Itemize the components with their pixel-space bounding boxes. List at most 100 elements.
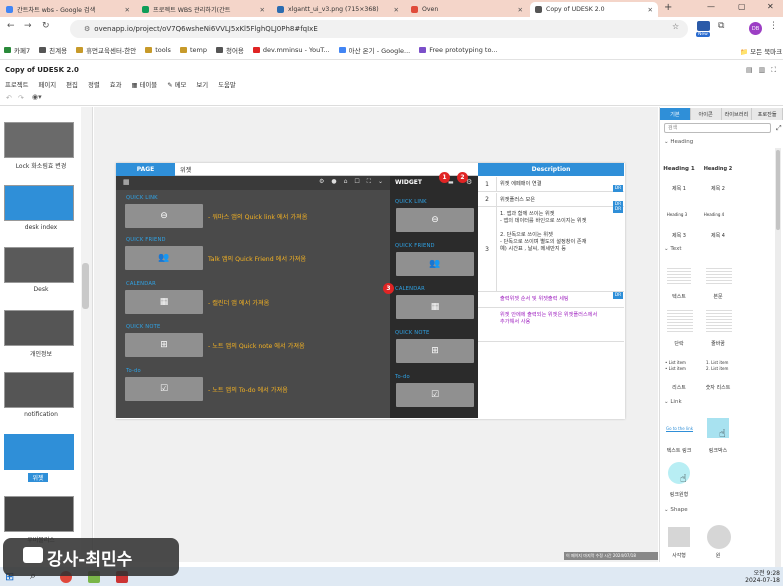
close-window-button[interactable]: ✕: [767, 2, 774, 11]
widget-preview-button[interactable]: ☑: [125, 377, 203, 401]
library-search-input[interactable]: 검색: [664, 123, 771, 133]
library-section-header[interactable]: ⌄ Shape: [664, 507, 688, 513]
tab-close-icon[interactable]: ✕: [256, 6, 265, 14]
reload-icon[interactable]: ↻: [42, 21, 50, 31]
browser-tab[interactable]: Oven ✕: [406, 2, 528, 17]
library-section-header[interactable]: ⌄ Text: [664, 246, 681, 252]
extension-icon[interactable]: [697, 21, 710, 31]
library-expand-icon[interactable]: ⤢: [776, 124, 782, 133]
browser-tab[interactable]: Copy of UDESK 2.0 ✕: [530, 2, 658, 17]
menu-item[interactable]: 보기: [196, 80, 208, 89]
widget-item-button[interactable]: ⊖: [396, 208, 474, 232]
library-tab[interactable]: 기본: [660, 108, 691, 120]
widget-preview-button[interactable]: ⊞: [125, 333, 203, 357]
page-thumbnail[interactable]: [4, 310, 74, 346]
browser-menu-icon[interactable]: ⋮: [769, 21, 778, 31]
list-preview[interactable]: • List item • List item: [665, 360, 686, 372]
bookmark-item[interactable]: 휴먼교육센터-한안: [76, 45, 136, 55]
library-item-label[interactable]: 원: [698, 552, 738, 559]
tab-close-icon[interactable]: ✕: [121, 6, 130, 14]
text-preview-block[interactable]: [706, 310, 732, 334]
puzzle-icon[interactable]: ⧉: [718, 21, 724, 31]
bookmark-star-icon[interactable]: ☆: [672, 22, 679, 31]
bookmark-item[interactable]: tools: [145, 46, 171, 54]
library-item-label[interactable]: 본문: [698, 293, 738, 300]
new-tab-button[interactable]: +: [664, 2, 672, 13]
library-item-label[interactable]: 단락: [659, 340, 699, 347]
library-item-label[interactable]: 리스트: [659, 384, 699, 391]
tab-close-icon[interactable]: ✕: [390, 6, 399, 14]
page-thumbnail[interactable]: [4, 434, 74, 470]
library-item-label[interactable]: 텍스트 링크: [659, 447, 699, 454]
library-item-label[interactable]: 줄바꿈: [698, 340, 738, 347]
menu-item[interactable]: 효과: [110, 80, 122, 89]
pages-scrollbar[interactable]: [82, 263, 89, 309]
widget-item-button[interactable]: ⊞: [396, 339, 474, 363]
library-item-label[interactable]: Heading 3: [657, 212, 697, 217]
menu-item[interactable]: 페이지: [39, 80, 57, 89]
menu-item[interactable]: ✎ 메모: [167, 80, 186, 89]
page-thumbnail[interactable]: [4, 185, 74, 221]
page-thumbnail[interactable]: [4, 122, 74, 158]
page-thumbnail[interactable]: [4, 247, 74, 283]
back-icon[interactable]: ←: [7, 21, 15, 31]
library-section-header[interactable]: ⌄ Heading: [664, 139, 693, 145]
all-bookmarks[interactable]: 📁 모든 북마크: [740, 46, 782, 56]
circle-shape-preview[interactable]: [707, 525, 731, 549]
library-item-label[interactable]: Heading 2: [698, 166, 738, 172]
menu-item[interactable]: 도움말: [218, 80, 236, 89]
browser-tab[interactable]: 프로젝트 WBS 관리하기(간트 ✕: [137, 2, 270, 17]
page-thumbnail[interactable]: [4, 496, 74, 532]
widget-preview-button[interactable]: 👥: [125, 246, 203, 270]
library-item-label[interactable]: 링크박스: [698, 447, 738, 454]
rectangle-shape-preview[interactable]: [668, 527, 690, 547]
library-item-label[interactable]: Heading 4: [694, 212, 734, 217]
menu-item[interactable]: 프로젝트: [5, 80, 29, 89]
text-preview-block[interactable]: [706, 268, 732, 286]
page-thumbnail[interactable]: [4, 372, 74, 408]
tab-close-icon[interactable]: ✕: [514, 6, 523, 14]
widget-item-button[interactable]: 👥: [396, 252, 474, 276]
minimize-button[interactable]: —: [707, 2, 715, 11]
numbered-list-preview[interactable]: 1. List item 2. List item: [706, 360, 728, 372]
row-dr-button[interactable]: DR: [613, 292, 623, 299]
widget-item-button[interactable]: ▦: [396, 295, 474, 319]
row-dr-button[interactable]: DR: [613, 206, 623, 213]
menu-item[interactable]: ▦ 테이블: [131, 80, 157, 89]
url-bar[interactable]: ⚙ ovenapp.io/project/oV7Q6wsheNi6VVLJ5xK…: [70, 20, 688, 38]
library-tab[interactable]: 아이콘: [690, 108, 722, 120]
zoom-icon[interactable]: ◉▾: [32, 93, 42, 101]
text-preview-block[interactable]: [667, 268, 691, 286]
bookmark-item[interactable]: 청어용: [215, 45, 244, 55]
view-toggle-icons[interactable]: ▤▥⛶: [746, 66, 782, 75]
library-item-label[interactable]: 제목 1: [659, 185, 699, 192]
maximize-button[interactable]: ▢: [738, 2, 746, 11]
site-info-icon[interactable]: ⚙: [84, 25, 90, 33]
redo-icon[interactable]: ↷: [18, 94, 24, 102]
browser-tab[interactable]: 간트차트 wbs - Google 검색 ✕: [1, 2, 135, 17]
tab-close-icon[interactable]: ✕: [644, 6, 653, 14]
library-item-label[interactable]: 숫자 리스트: [698, 384, 738, 391]
bookmark-item[interactable]: temp: [179, 46, 207, 54]
library-item-label[interactable]: 제목 4: [698, 232, 738, 239]
browser-tab[interactable]: xlgantt_ui_v3.png (715×368) ✕: [272, 2, 404, 17]
undo-icon[interactable]: ↶: [6, 94, 12, 102]
text-link-preview[interactable]: Go to the link: [666, 426, 693, 431]
widget-preview-button[interactable]: ▦: [125, 290, 203, 314]
bookmark-item[interactable]: Free prototyping to...: [419, 46, 498, 54]
menu-item[interactable]: 편집: [66, 80, 78, 89]
library-tab[interactable]: 라이브러리: [721, 108, 753, 120]
library-item-label[interactable]: Heading 1: [659, 166, 699, 172]
widget-item-button[interactable]: ☑: [396, 383, 474, 407]
library-item-label[interactable]: 제목 2: [698, 185, 738, 192]
library-item-label[interactable]: 제목 3: [659, 232, 699, 239]
profile-avatar[interactable]: DB: [749, 22, 762, 35]
bookmark-item[interactable]: dev.mminsu - YouT...: [252, 46, 330, 54]
library-scrollbar[interactable]: [776, 150, 780, 230]
bookmark-item[interactable]: 카페7: [4, 45, 30, 55]
library-tab[interactable]: 포로잔들: [752, 108, 783, 120]
library-item-label[interactable]: 사각형: [659, 552, 699, 559]
library-item-label[interactable]: 링크원형: [659, 491, 699, 498]
forward-icon[interactable]: →: [24, 21, 32, 31]
row-dr-button[interactable]: DR: [613, 185, 623, 192]
